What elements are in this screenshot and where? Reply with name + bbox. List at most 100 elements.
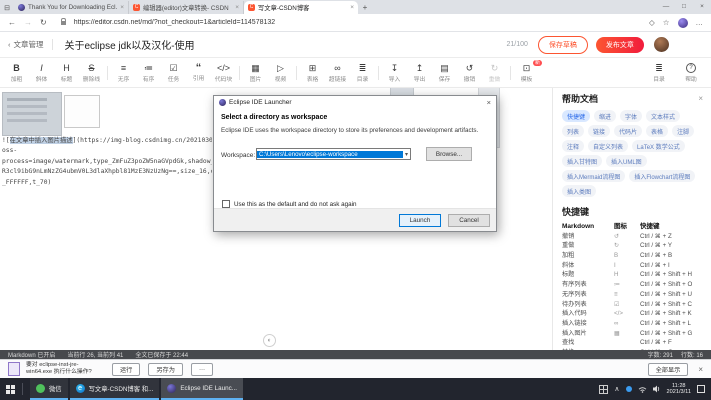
help-doc-pill[interactable]: 插入UML图 (606, 155, 647, 167)
address-bar: ← → ↻ https://editor.csdn.net/md/?not_ch… (0, 14, 711, 32)
favorite-star-icon[interactable]: ☆ (663, 18, 670, 27)
browser-profile-avatar[interactable] (678, 18, 688, 28)
toolbar-button[interactable]: ≣ 目录 (350, 63, 375, 83)
toolbar-button[interactable]: ⊡ 新 模板 (514, 63, 539, 83)
preview-toggle-icon[interactable]: ◐ (263, 334, 276, 347)
taskbar-app[interactable]: Eclipse IDE Launc... (161, 378, 243, 400)
save-draft-button[interactable]: 保存草稿 (538, 36, 588, 54)
toolbar-button[interactable]: ≔ 有序 (136, 63, 161, 83)
volume-icon[interactable] (653, 385, 661, 393)
tab-favicon-icon (18, 4, 25, 11)
toolbar-button[interactable]: S 删除线 (79, 63, 104, 83)
help-doc-pill[interactable]: 文本样式 (646, 110, 680, 122)
maximize-button[interactable]: □ (675, 0, 693, 13)
title-char-counter: 21/100 (507, 41, 528, 48)
help-panel-title: 帮助文档 (562, 92, 598, 105)
toolbar-button[interactable]: ? 帮助 (675, 63, 707, 83)
browser-tab[interactable]: 编辑器(editor)文章转换- CSDN × (129, 1, 244, 14)
tab-close-icon[interactable]: × (235, 4, 239, 11)
article-title-input[interactable] (63, 38, 507, 51)
inline-image-thumbnail[interactable] (64, 95, 100, 128)
user-avatar[interactable] (654, 37, 669, 52)
help-panel: 帮助文档 × 快捷键缩进字体文本样式列表链接代码片表格注脚注释自定义列表 LaTe… (554, 88, 711, 350)
taskbar-app[interactable]: 写文章-CSDN博客 和... (70, 378, 160, 400)
combobox-dropdown-icon[interactable]: ▾ (403, 151, 410, 158)
article-manage-link[interactable]: ‹ 文章管理 (8, 39, 53, 50)
launch-button[interactable]: Launch (399, 214, 441, 227)
help-doc-pill[interactable]: 插入类图 (562, 185, 596, 197)
eclipse-icon (219, 99, 226, 106)
help-doc-pill[interactable]: 插入Flowchart流程图 (629, 170, 695, 182)
help-doc-pill[interactable]: 注释 (562, 140, 584, 152)
inline-image-thumbnail[interactable] (2, 92, 62, 136)
wifi-icon[interactable] (638, 386, 647, 393)
toolbar-button[interactable]: ↥ 导出 (407, 63, 432, 83)
help-doc-pill[interactable]: 代码片 (614, 125, 642, 137)
toolbar-button[interactable]: ↻ 重做 (482, 63, 507, 83)
download-bar-close-icon[interactable]: × (698, 365, 703, 374)
help-doc-pill[interactable]: 列表 (562, 125, 584, 137)
action-center-icon[interactable] (697, 385, 705, 393)
help-doc-pill[interactable]: 链接 (588, 125, 610, 137)
browse-button[interactable]: Browse... (426, 147, 472, 161)
browser-tab[interactable]: Thank You for Downloading Ecl... × (14, 1, 129, 14)
taskbar-clock[interactable]: 11:28 2021/3/11 (667, 383, 691, 396)
toolbar-button[interactable]: ↧ 导入 (382, 63, 407, 83)
checkbox[interactable] (222, 200, 230, 208)
browser-menu-icon[interactable]: … (696, 18, 704, 27)
dialog-close-icon[interactable]: × (487, 98, 491, 107)
toolbar-button[interactable]: “ 引用 (186, 64, 211, 82)
default-workspace-checkbox-row[interactable]: Use this as the default and do not ask a… (222, 200, 357, 208)
back-icon[interactable]: ← (8, 18, 16, 27)
toolbar-button[interactable]: H 标题 (54, 63, 79, 83)
toolbar-button[interactable]: B 加粗 (4, 63, 29, 83)
help-doc-pill[interactable]: 插入Mermaid流程图 (562, 170, 625, 182)
tab-close-icon[interactable]: × (350, 4, 354, 11)
dialog-title-bar[interactable]: Eclipse IDE Launcher × (214, 96, 496, 109)
security-tray-icon[interactable] (626, 386, 632, 392)
tab-close-icon[interactable]: × (120, 4, 124, 11)
start-button-icon[interactable] (6, 385, 15, 394)
tray-app-icon[interactable] (599, 385, 608, 394)
toolbar-button[interactable]: ▦ 图片 (243, 63, 268, 83)
toolbar-button[interactable]: ∞ 超链接 (325, 63, 350, 83)
save-as-button[interactable]: 另存为 (148, 363, 183, 376)
toolbar-button[interactable]: ↺ 撤销 (457, 63, 482, 83)
show-all-downloads-button[interactable]: 全部显示 (648, 363, 689, 376)
help-doc-pill[interactable]: 字体 (620, 110, 642, 122)
new-tab-button[interactable]: + (358, 1, 372, 14)
cancel-button[interactable]: Cancel (448, 214, 490, 227)
help-close-icon[interactable]: × (698, 94, 703, 103)
help-doc-pill[interactable]: 注脚 (672, 125, 694, 137)
close-window-button[interactable]: × (693, 0, 711, 13)
workspace-combobox[interactable]: C:\Users\Lenovo\eclipse-workspace ▾ (256, 148, 411, 160)
markdown-source[interactable]: ![在文章中插入图片描述](https://img-blog.csdnimg.c… (2, 136, 212, 188)
publish-button[interactable]: 发布文章 (596, 37, 644, 53)
toolbar-button[interactable]: ▤ 保存 (432, 63, 457, 83)
url-text[interactable]: https://editor.csdn.net/md/?not_checkout… (74, 19, 641, 26)
help-doc-pill[interactable]: LaTeX 数学公式 (632, 140, 685, 152)
help-doc-pill[interactable]: 插入甘特图 (562, 155, 602, 167)
toolbar-button[interactable]: ≣ 目录 (643, 63, 675, 83)
tab-favicon-icon (133, 4, 140, 11)
taskbar-app[interactable]: 微信 (30, 378, 68, 400)
run-button[interactable]: 运行 (112, 363, 140, 376)
toolbar-button[interactable]: ▷ 视频 (268, 63, 293, 83)
shortcut-row: 标题 H Ctrl / ⌘ + Shift + H (562, 270, 703, 280)
help-doc-pill[interactable]: 表格 (646, 125, 668, 137)
toolbar-button[interactable]: ☑ 任务 (161, 63, 186, 83)
help-doc-pill[interactable]: 缩进 (594, 110, 616, 122)
browser-tab[interactable]: 写文章-CSDN博客 × (244, 1, 358, 14)
sparkle-icon[interactable]: ◇ (649, 18, 655, 27)
help-doc-pill[interactable]: 快捷键 (562, 110, 590, 122)
help-doc-pill[interactable]: 自定义列表 (588, 140, 628, 152)
toolbar-button[interactable]: ⊞ 表格 (300, 63, 325, 83)
toolbar-button[interactable]: ≡ 无序 (111, 63, 136, 83)
download-more-icon[interactable]: ··· (191, 363, 213, 376)
minimize-button[interactable]: — (657, 0, 675, 13)
toolbar-button[interactable]: </> 代码块 (211, 63, 236, 83)
toolbar-button[interactable]: I 斜体 (29, 63, 54, 83)
show-hidden-icons-chevron[interactable]: ∧ (614, 385, 619, 393)
tab-actions-icon[interactable]: ⊟ (0, 2, 14, 14)
refresh-icon[interactable]: ↻ (40, 18, 47, 27)
